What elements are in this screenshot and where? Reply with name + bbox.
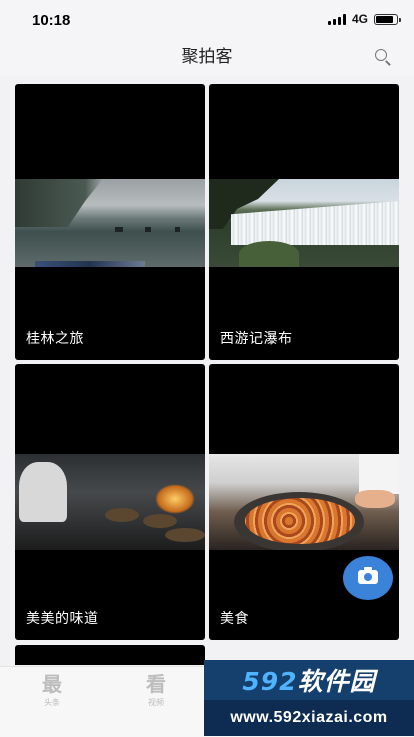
page-title: 聚拍客 bbox=[181, 47, 233, 66]
status-time: 10:18 bbox=[32, 12, 71, 29]
video-thumbnail bbox=[15, 454, 205, 550]
video-title: 美食 bbox=[220, 610, 249, 626]
video-card[interactable] bbox=[15, 645, 205, 665]
video-card[interactable]: 美美的味道 bbox=[15, 364, 205, 640]
video-thumbnail bbox=[15, 179, 205, 267]
video-thumbnail bbox=[209, 454, 399, 550]
tab-label: 视频 bbox=[148, 698, 164, 707]
video-card[interactable]: 桂林之旅 bbox=[15, 84, 205, 360]
status-bar: 10:18 4G bbox=[0, 0, 414, 36]
tab-headlines[interactable]: 最 头条 bbox=[22, 673, 82, 708]
battery-icon bbox=[374, 13, 401, 25]
tab-videos[interactable]: 看 视频 bbox=[126, 673, 186, 708]
network-type: 4G bbox=[351, 12, 368, 26]
tab-glyph: 看 bbox=[146, 672, 166, 696]
watermark-number: 592 bbox=[242, 667, 298, 696]
nav-bar: 聚拍客 bbox=[0, 36, 414, 76]
watermark-text: 软件园 bbox=[297, 667, 376, 696]
search-icon[interactable] bbox=[374, 48, 392, 66]
signal-icon bbox=[327, 13, 346, 25]
video-title: 桂林之旅 bbox=[26, 330, 84, 346]
video-card[interactable]: 西游记瀑布 bbox=[209, 84, 399, 360]
video-title: 西游记瀑布 bbox=[220, 330, 293, 346]
video-title: 美美的味道 bbox=[26, 610, 99, 626]
watermark-logo: 592软件园 www.592xiazai.com bbox=[204, 660, 414, 736]
tab-label: 头条 bbox=[44, 698, 60, 707]
video-thumbnail bbox=[209, 179, 399, 267]
tab-glyph: 最 bbox=[42, 672, 62, 696]
status-indicators: 4G bbox=[327, 12, 401, 26]
camera-button[interactable] bbox=[343, 556, 393, 600]
watermark-url: www.592xiazai.com bbox=[230, 709, 388, 726]
